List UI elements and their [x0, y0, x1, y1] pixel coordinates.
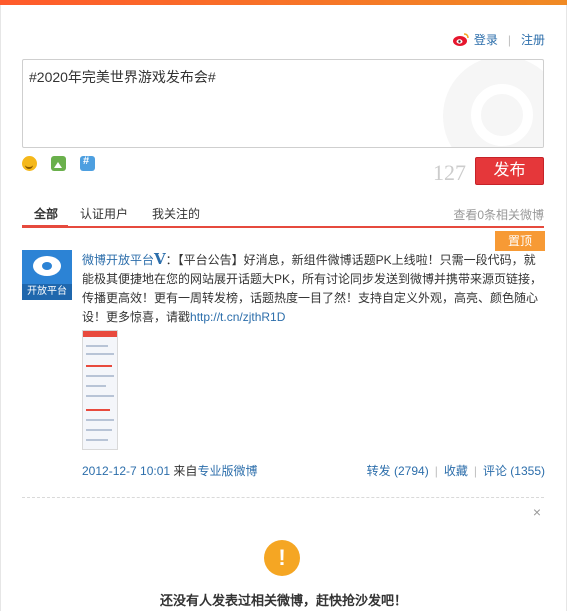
top-accent-bar [0, 0, 567, 5]
image-icon[interactable] [51, 156, 66, 171]
avatar[interactable]: 开放平台 [22, 250, 72, 300]
weibo-watermark-ring [471, 84, 533, 146]
separator: | [473, 464, 477, 478]
active-tab-indicator [22, 225, 68, 228]
separator: | [434, 464, 438, 478]
tab-verified-users[interactable]: 认证用户 [80, 205, 128, 222]
post-timestamp[interactable]: 2012-12-7 10:01 [82, 464, 170, 478]
thumbnail-line [86, 375, 114, 377]
favorite-button[interactable]: 收藏 [444, 464, 468, 478]
login-link[interactable]: 登录 [474, 31, 498, 48]
post-meta: 2012-12-7 10:01 来自专业版微博 [82, 462, 257, 479]
separator: | [507, 32, 511, 47]
related-posts-link[interactable]: 查看0条相关微博 [453, 206, 544, 223]
post-text: #2020年完美世界游戏发布会# [29, 69, 216, 85]
source-prefix: 来自 [173, 464, 198, 478]
divider [22, 497, 544, 498]
repost-button[interactable]: 转发 (2794) [367, 464, 429, 478]
post-actions: 转发 (2794) | 收藏 | 评论 (1355) [367, 462, 545, 479]
composer-toolbar [22, 155, 95, 171]
comment-button[interactable]: 评论 (1355) [483, 464, 545, 478]
thumbnail-line [86, 385, 106, 387]
verified-badge-icon: V [154, 250, 166, 268]
empty-state-message: 还没有人发表过相关微博，赶快抢沙发吧！ [159, 593, 407, 608]
register-link[interactable]: 注册 [521, 31, 545, 48]
post-author[interactable]: 微博开放平台 [82, 253, 154, 267]
weibo-logo-icon [452, 32, 470, 47]
tab-all[interactable]: 全部 [34, 205, 58, 222]
filter-tabs: 全部 认证用户 我关注的 查看0条相关微博 [22, 202, 544, 228]
avatar-caption: 开放平台 [22, 284, 72, 300]
post-textarea[interactable]: #2020年完美世界游戏发布会# [22, 59, 544, 148]
post-content: 微博开放平台V：【平台公告】好消息，新组件微博话题PK上线啦！只需一段代码，就能… [82, 250, 545, 327]
publish-button[interactable]: 发布 [475, 157, 544, 185]
weibo-logo-icon [33, 256, 61, 276]
emoji-icon[interactable] [22, 156, 37, 171]
thumbnail-line [86, 409, 110, 411]
post-image-thumbnail[interactable] [82, 330, 118, 450]
thumbnail-line [86, 365, 112, 367]
close-icon[interactable]: × [533, 504, 541, 520]
post-source[interactable]: 专业版微博 [197, 464, 257, 478]
warning-icon: ! [264, 540, 300, 576]
remaining-char-count: 127 [433, 160, 466, 185]
thumbnail-line [86, 419, 114, 421]
tab-following[interactable]: 我关注的 [152, 205, 200, 222]
thumbnail-line [86, 439, 108, 441]
pinned-badge: 置顶 [495, 231, 545, 251]
login-area: 登录 | 注册 [452, 31, 545, 48]
thumbnail-line [86, 429, 112, 431]
thumbnail-line [86, 353, 114, 355]
post-link[interactable]: http://t.cn/zjthR1D [190, 310, 285, 324]
thumbnail-header [83, 331, 117, 337]
thumbnail-line [86, 345, 108, 347]
topic-icon[interactable] [80, 155, 95, 171]
thumbnail-line [86, 395, 114, 397]
